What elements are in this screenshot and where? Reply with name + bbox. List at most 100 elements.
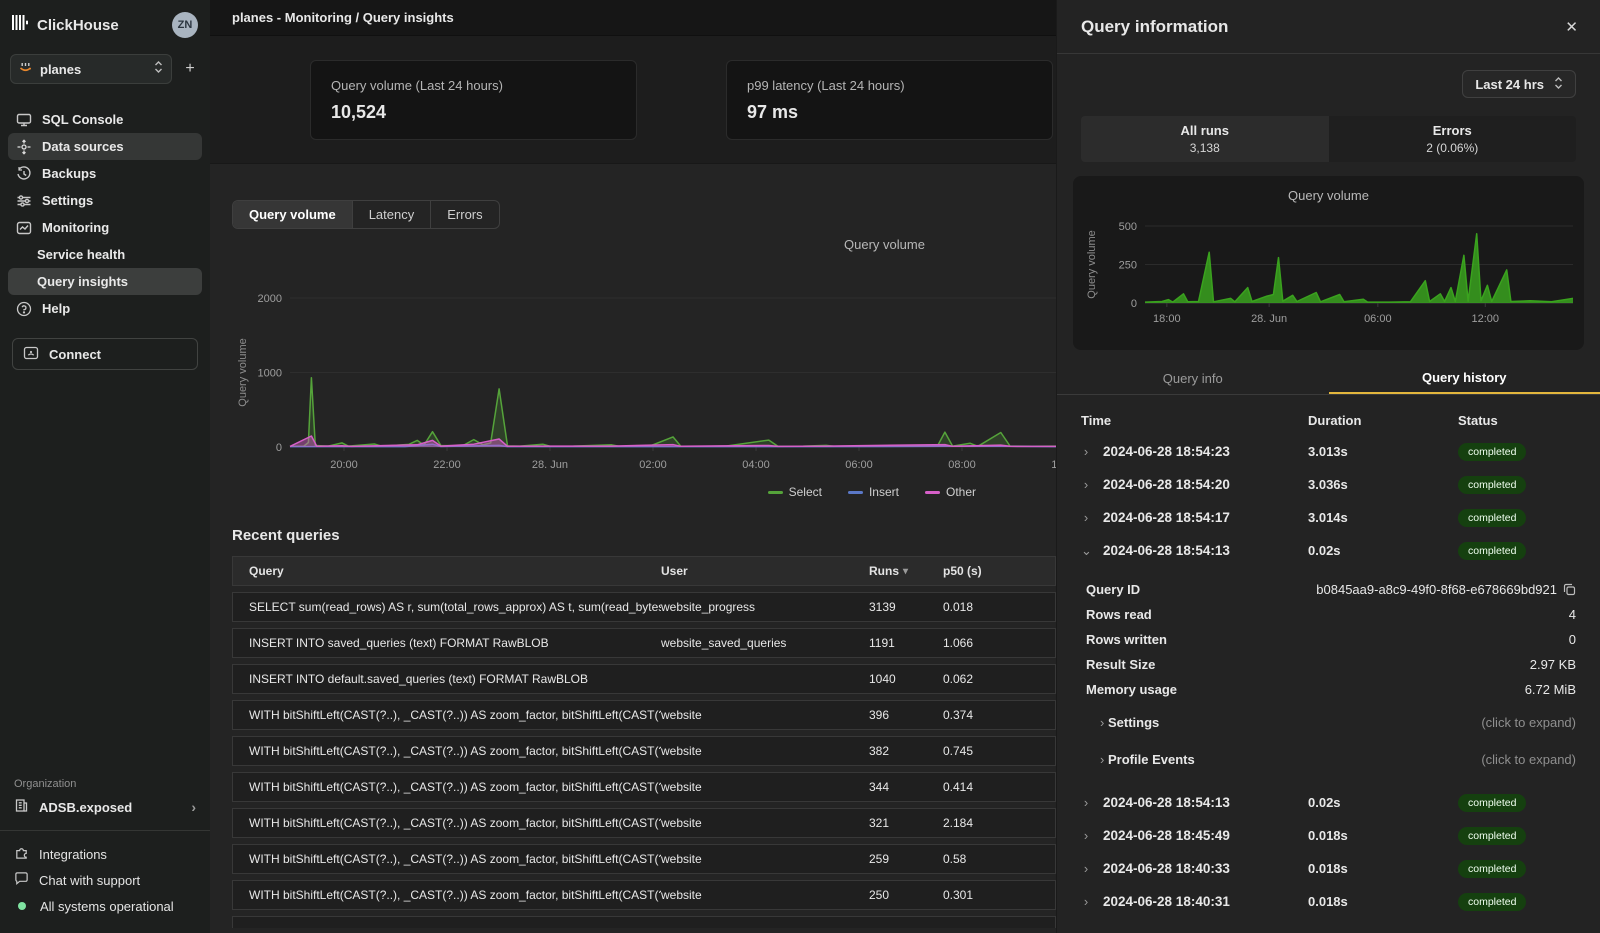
sidebar-item-sql-console[interactable]: SQL Console [8,106,202,133]
legend-swatch-insert [848,491,863,494]
tab-latency[interactable]: Latency [353,201,432,228]
table-row[interactable]: WITH bitShiftLeft(CAST(?..), _CAST(?..))… [232,772,1056,802]
building-icon [14,798,29,816]
monitor-icon [16,112,32,128]
segment-errors[interactable]: Errors 2 (0.06%) [1329,116,1577,162]
sidebar-item-data-sources[interactable]: Data sources [8,133,202,160]
connect-label: Connect [49,347,101,362]
tab-errors[interactable]: Errors [431,201,498,228]
service-selector[interactable]: planes [10,54,172,84]
detail-value: 0 [1569,632,1576,647]
run-time: 2024-06-28 18:40:31 [1103,894,1230,909]
table-row[interactable]: WITH bitShiftLeft(CAST(?..), _CAST(?..))… [232,808,1056,838]
cell-p50: 0.414 [943,780,1055,794]
run-duration: 0.02s [1308,543,1458,558]
svg-text:22:00: 22:00 [433,459,461,471]
detail-query-id: Query ID b0845aa9-a8c9-49f0-8f68-e678669… [1086,577,1576,602]
organization-label: Organization [0,778,210,798]
user-avatar[interactable]: ZN [172,12,198,38]
history-row-expanded[interactable]: ⌄2024-06-28 18:54:13 0.02s completed [1081,534,1576,567]
table-row[interactable]: WITH bitShiftLeft(CAST(?..), _CAST(?..))… [232,736,1056,766]
profile-events-expand-row[interactable]: › Profile Events (click to expand) [1086,743,1576,776]
run-duration: 3.013s [1308,444,1458,459]
organization-row[interactable]: ADSB.exposed › [0,798,210,830]
segment-all-runs[interactable]: All runs 3,138 [1081,116,1329,162]
cell-user: website [661,708,869,722]
cell-runs: 250 [869,888,943,902]
cell-p50: 0.301 [943,888,1055,902]
expand-hint: (click to expand) [1481,752,1576,767]
status-badge: completed [1458,827,1526,845]
time-range-select[interactable]: Last 24 hrs [1462,70,1576,98]
stat-band: Query volume (Last 24 hours) 10,524 p99 … [210,36,1056,164]
connect-button[interactable]: Connect [12,338,198,370]
sidebar-item-help[interactable]: Help [8,295,202,322]
legend-item-select[interactable]: Select [768,485,822,499]
chevron-updown-icon [154,60,163,79]
detail-label: Query ID [1086,582,1140,597]
chart-title: Query volume [844,237,925,252]
run-duration: 0.018s [1308,894,1458,909]
history-row[interactable]: ›2024-06-28 18:54:13 0.02s completed [1081,786,1576,819]
chevron-right-icon[interactable]: › [1081,795,1091,810]
tab-query-info[interactable]: Query info [1057,362,1329,394]
svg-text:0: 0 [1131,298,1137,310]
sidebar-item-integrations[interactable]: Integrations [14,841,196,867]
table-row-partial[interactable] [232,916,1056,928]
chevron-right-icon[interactable]: › [1081,861,1091,876]
chevron-right-icon[interactable]: › [1081,444,1091,459]
query-id-value: b0845aa9-a8c9-49f0-8f68-e678669bd921 [1316,582,1557,597]
svg-text:1000: 1000 [258,368,282,380]
hub-icon [16,139,32,155]
sidebar-item-settings[interactable]: Settings [8,187,202,214]
cell-query: WITH bitShiftLeft(CAST(?..), _CAST(?..))… [233,816,661,830]
svg-text:Query volume: Query volume [1086,230,1098,298]
status-badge: completed [1458,476,1526,494]
table-row[interactable]: INSERT INTO saved_queries (text) FORMAT … [232,628,1056,658]
legend-item-other[interactable]: Other [925,485,976,499]
chevron-down-icon[interactable]: ⌄ [1081,543,1091,559]
table-row[interactable]: WITH bitShiftLeft(CAST(?..), _CAST(?..))… [232,700,1056,730]
sidebar-item-monitoring[interactable]: Monitoring [8,214,202,241]
history-row[interactable]: ›2024-06-28 18:40:33 0.018s completed [1081,852,1576,885]
history-row[interactable]: ›2024-06-28 18:54:17 3.014s completed [1081,501,1576,534]
sidebar-item-query-insights[interactable]: Query insights [8,268,202,295]
table-row[interactable]: WITH bitShiftLeft(CAST(?..), _CAST(?..))… [232,880,1056,910]
detail-label: Settings [1108,715,1159,730]
sidebar-item-label: Data sources [42,139,124,154]
sidebar-item-backups[interactable]: Backups [8,160,202,187]
history-row[interactable]: ›2024-06-28 18:45:49 0.018s completed [1081,819,1576,852]
chevron-right-icon[interactable]: › [1081,477,1091,492]
history-row[interactable]: ›2024-06-28 18:54:23 3.013s completed [1081,435,1576,468]
legend-item-insert[interactable]: Insert [848,485,899,499]
history-row[interactable]: ›2024-06-28 18:54:20 3.036s completed [1081,468,1576,501]
history-row[interactable]: ›2024-06-28 18:40:31 0.018s completed [1081,885,1576,918]
chat-bubble-icon [14,871,29,889]
breadcrumb: planes - Monitoring / Query insights [232,10,454,25]
settings-expand-row[interactable]: › Settings (click to expand) [1086,706,1576,739]
run-time: 2024-06-28 18:54:13 [1103,795,1230,810]
mini-chart-canvas: 025050018:0028. Jun06:0012:00Query volum… [1079,207,1573,337]
add-service-button[interactable]: + [180,60,200,78]
stat-label: Query volume (Last 24 hours) [331,78,616,93]
table-row[interactable]: INSERT INTO default.saved_queries (text)… [232,664,1056,694]
cell-runs: 1040 [869,672,943,686]
sidebar-item-service-health[interactable]: Service health [8,241,202,268]
table-row[interactable]: WITH bitShiftLeft(CAST(?..), _CAST(?..))… [232,844,1056,874]
chevron-right-icon[interactable]: › [1081,828,1091,843]
chevron-right-icon[interactable]: › [1081,510,1091,525]
col-runs[interactable]: Runs ▾ [869,564,943,578]
svg-text:28. Jun: 28. Jun [532,459,568,471]
chart-line-icon [16,220,32,236]
sidebar-item-chat-support[interactable]: Chat with support [14,867,196,893]
tab-query-history[interactable]: Query history [1329,362,1600,394]
copy-icon[interactable] [1563,583,1576,596]
close-icon[interactable]: ✕ [1565,18,1578,36]
detail-value: 2.97 KB [1530,657,1576,672]
table-row[interactable]: SELECT sum(read_rows) AS r, sum(total_ro… [232,592,1056,622]
query-information-drawer: Query information ✕ Last 24 hrs All runs… [1056,0,1600,933]
system-status-row[interactable]: All systems operational [14,893,196,919]
history-header-row: Time Duration Status [1081,405,1576,435]
tab-query-volume[interactable]: Query volume [233,201,353,228]
chevron-right-icon[interactable]: › [1081,894,1091,909]
